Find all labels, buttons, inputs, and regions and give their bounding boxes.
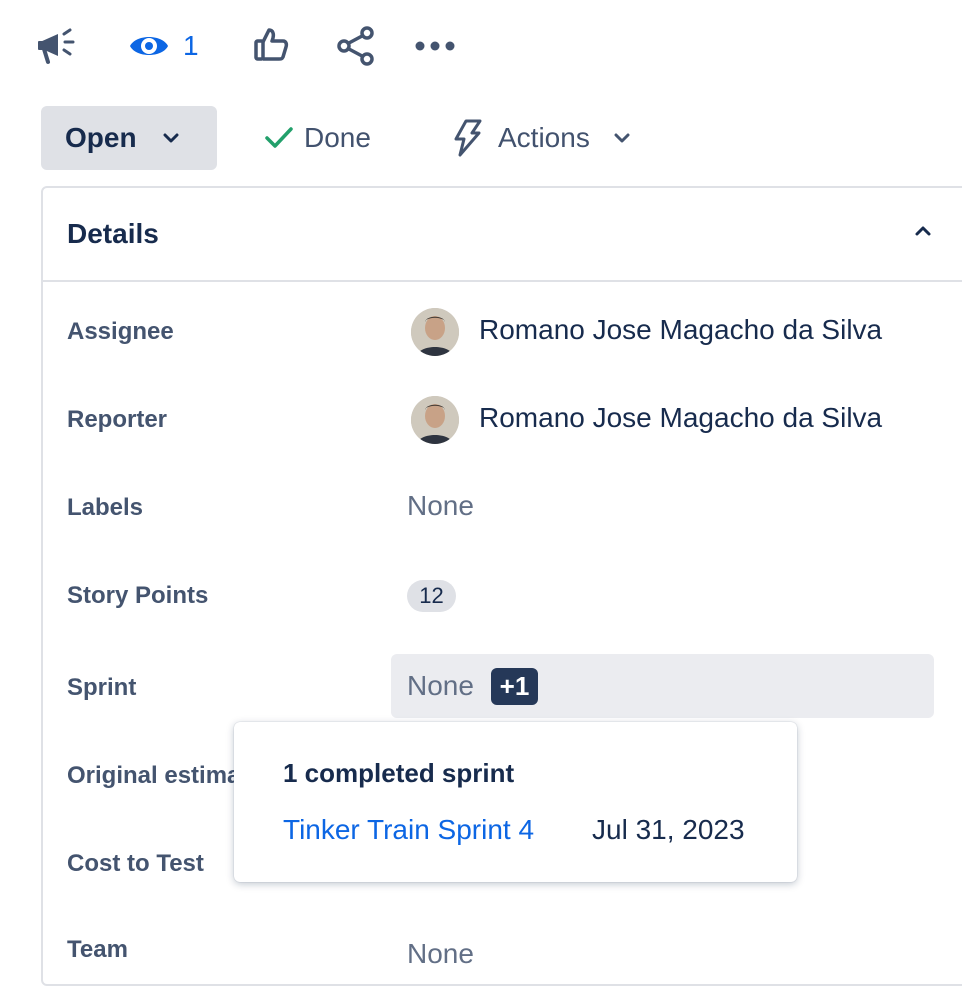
assignee-avatar[interactable] — [411, 308, 459, 356]
lightning-icon — [454, 119, 482, 157]
sprint-date: Jul 31, 2023 — [592, 814, 745, 845]
reporter-name[interactable]: Romano Jose Magacho da Silva — [479, 402, 882, 434]
thumbs-up-icon[interactable] — [252, 26, 290, 64]
story-points-label: Story Points — [67, 582, 209, 609]
assignee-name[interactable]: Romano Jose Magacho da Silva — [479, 314, 882, 346]
original-estimate-label: Original estima — [67, 762, 241, 789]
assignee-label: Assignee — [67, 318, 174, 345]
reporter-label: Reporter — [67, 406, 168, 433]
eye-icon[interactable] — [128, 30, 170, 62]
popup-title: 1 completed sprint — [283, 758, 515, 788]
status-dropdown[interactable]: Open — [41, 106, 217, 170]
status-label: Open — [65, 122, 137, 153]
sprint-label: Sprint — [67, 674, 137, 701]
chevron-up-icon[interactable] — [914, 224, 932, 238]
chevron-down-icon — [163, 133, 179, 143]
actions-label: Actions — [498, 122, 590, 153]
done-label: Done — [304, 122, 371, 153]
story-points-badge[interactable]: 12 — [407, 580, 456, 612]
labels-label: Labels — [67, 494, 144, 521]
team-value[interactable]: None — [407, 938, 474, 970]
sprint-value: None — [407, 670, 474, 701]
labels-value[interactable]: None — [407, 490, 474, 522]
completed-sprints-popup — [234, 722, 797, 882]
details-title: Details — [67, 218, 159, 249]
actions-button[interactable]: Actions — [452, 114, 630, 162]
details-panel-header[interactable] — [41, 186, 962, 282]
check-icon — [265, 127, 293, 148]
share-icon[interactable] — [336, 26, 376, 66]
watch-count[interactable]: 1 — [183, 30, 199, 62]
more-icon[interactable] — [414, 38, 456, 54]
reporter-avatar[interactable] — [411, 396, 459, 444]
megaphone-icon[interactable] — [36, 26, 76, 66]
cost-to-test-label: Cost to Test — [67, 850, 204, 877]
chevron-down-icon — [614, 133, 630, 143]
sprint-link[interactable]: Tinker Train Sprint 4 — [283, 814, 534, 846]
done-button[interactable]: Done — [264, 114, 371, 162]
sprint-more-badge[interactable]: +1 — [491, 668, 538, 705]
